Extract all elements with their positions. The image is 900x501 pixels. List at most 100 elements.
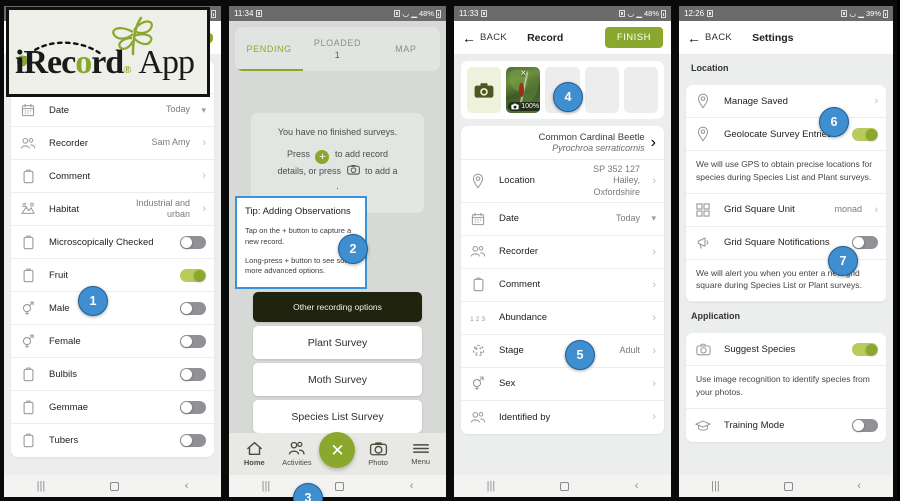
callout-badge-7: 7	[828, 246, 858, 276]
toggle-off[interactable]	[852, 236, 878, 249]
back-nav-icon[interactable]: ‹	[185, 480, 189, 492]
tabbar-photo[interactable]: Photo	[358, 441, 398, 467]
list-row-sex[interactable]: Sex ›	[461, 368, 664, 401]
back-nav-icon[interactable]: ‹	[410, 480, 414, 492]
list-row-tubers[interactable]: Tubers	[11, 424, 214, 457]
row-label: Suggest Species	[724, 343, 796, 355]
toggle-on[interactable]	[180, 268, 206, 282]
chevron-right-icon[interactable]: ›	[868, 204, 878, 216]
back-nav-icon[interactable]: ‹	[635, 480, 639, 492]
moth-survey-button[interactable]: Moth Survey	[253, 363, 422, 396]
tab-ploaded[interactable]: PLOADED 1	[303, 27, 371, 71]
chevron-right-icon[interactable]: ›	[646, 411, 656, 423]
wifi-icon: ◡	[402, 9, 410, 18]
toggle-on[interactable]	[852, 127, 878, 141]
photo-thumbnail[interactable]: × 100%	[506, 67, 541, 113]
toggle-off[interactable]	[180, 434, 206, 447]
tabbar-activities[interactable]: Activities	[277, 441, 317, 467]
list-row-female[interactable]: Female	[11, 325, 214, 358]
recents-nav-icon[interactable]: |||	[262, 480, 271, 492]
chevron-right-icon[interactable]: ›	[196, 137, 206, 149]
row-label: Tubers	[49, 435, 79, 446]
chevron-right-icon[interactable]: ›	[196, 203, 206, 215]
home-nav-icon[interactable]	[335, 481, 345, 491]
list-row-geolocate-survey-entries[interactable]: Geolocate Survey Entries	[686, 118, 886, 151]
list-row-fruit[interactable]: Fruit	[11, 259, 214, 292]
chevron-right-icon[interactable]: ›	[646, 175, 656, 187]
recents-nav-icon[interactable]: |||	[37, 480, 46, 492]
list-row-grid-square-unit[interactable]: Grid Square Unit monad ›	[686, 194, 886, 227]
setting-help-text: Use image recognition to identify specie…	[686, 366, 886, 409]
list-row-training-mode[interactable]: Training Mode	[686, 409, 886, 442]
recents-nav-icon[interactable]: |||	[711, 480, 720, 492]
status-alarm-icon	[841, 10, 848, 17]
graduation-cap-icon	[694, 416, 712, 434]
status-notification-icon	[707, 10, 714, 17]
species-list-survey-button[interactable]: Species List Survey	[253, 400, 422, 433]
finish-button[interactable]: FINISH	[604, 27, 663, 48]
logo-text-o: o	[75, 44, 92, 81]
toggle-knob	[181, 368, 192, 380]
tab-map[interactable]: MAP	[372, 27, 440, 71]
back-button-settings[interactable]: ← BACK	[687, 31, 732, 45]
list-row-gemmae[interactable]: Gemmae	[11, 391, 214, 424]
camera-icon	[369, 442, 387, 456]
chevron-right-icon[interactable]: ›	[646, 312, 656, 324]
close-fab-button[interactable]: ✕	[319, 432, 356, 468]
habitat-icon	[19, 200, 37, 218]
back-nav-icon[interactable]: ‹	[857, 480, 861, 492]
list-row-stage[interactable]: Stage Adult ›	[461, 335, 664, 368]
row-label: Date	[499, 213, 520, 225]
callout-badge-5: 5	[565, 340, 595, 370]
empty-line-2: Press + to add record details, or press …	[261, 147, 414, 195]
toggle-knob	[181, 302, 192, 314]
remove-photo-icon[interactable]: ×	[520, 68, 526, 79]
home-nav-icon[interactable]	[110, 481, 120, 491]
list-row-recorder[interactable]: Recorder Sam Amy ›	[11, 127, 214, 160]
chevron-right-icon[interactable]: ›	[646, 246, 656, 258]
chevron-down-icon[interactable]: ▾	[196, 105, 206, 116]
chevron-down-icon[interactable]: ▾	[646, 213, 656, 224]
list-row-manage-saved[interactable]: Manage Saved ›	[686, 85, 886, 118]
home-nav-icon[interactable]	[783, 481, 793, 491]
list-row-identified-by[interactable]: Identified by ›	[461, 401, 664, 434]
list-row-recorder[interactable]: Recorder ›	[461, 236, 664, 269]
toggle-off[interactable]	[180, 301, 206, 315]
tabbar-menu[interactable]: Menu	[401, 442, 441, 466]
chevron-right-icon[interactable]: ›	[646, 378, 656, 390]
chevron-right-icon[interactable]: ›	[646, 279, 656, 291]
list-row-location[interactable]: Location SP 352 127 Hailey, Oxfordshire ›	[461, 160, 664, 203]
toggle-off[interactable]	[180, 334, 206, 348]
toggle-off[interactable]	[180, 367, 206, 381]
chevron-right-icon[interactable]: ›	[868, 95, 878, 107]
row-label: Training Mode	[724, 419, 785, 431]
tabbar-home[interactable]: Home	[234, 441, 274, 467]
back-button[interactable]: ← BACK	[462, 31, 507, 45]
list-row-comment[interactable]: Comment ›	[461, 269, 664, 302]
list-row-abundance[interactable]: 1 2 3 Abundance ›	[461, 302, 664, 335]
list-row-habitat[interactable]: Habitat Industrial and urban ›	[11, 193, 214, 226]
chevron-right-icon[interactable]: ›	[196, 170, 206, 182]
list-row-bulbils[interactable]: Bulbils	[11, 358, 214, 391]
list-row-date[interactable]: Date Today ▾	[11, 94, 214, 127]
row-label: Abundance	[499, 312, 548, 324]
photo-slot-empty-3[interactable]	[623, 67, 659, 113]
list-row-microscopically-checked[interactable]: Microscopically Checked	[11, 226, 214, 259]
list-row-date[interactable]: Date Today ▾	[461, 203, 664, 236]
sex-symbol-icon	[469, 375, 487, 393]
toggle-on[interactable]	[852, 342, 878, 356]
photo-slot-empty-2[interactable]	[584, 67, 619, 113]
home-nav-icon[interactable]	[560, 481, 570, 491]
species-row[interactable]: Common Cardinal Beetle Pyrochroa serrati…	[461, 126, 664, 160]
toggle-off[interactable]	[180, 400, 206, 414]
toggle-off[interactable]	[852, 418, 878, 432]
add-photo-button[interactable]	[467, 67, 502, 113]
toggle-off[interactable]	[180, 235, 206, 249]
list-row-comment[interactable]: Comment ›	[11, 160, 214, 193]
chevron-right-icon[interactable]: ›	[646, 345, 656, 357]
recents-nav-icon[interactable]: |||	[487, 480, 496, 492]
plant-survey-button[interactable]: Plant Survey	[253, 326, 422, 359]
list-row-suggest-species[interactable]: Suggest Species	[686, 333, 886, 366]
list-row-male[interactable]: Male	[11, 292, 214, 325]
tab-pending[interactable]: PENDING	[235, 27, 304, 71]
